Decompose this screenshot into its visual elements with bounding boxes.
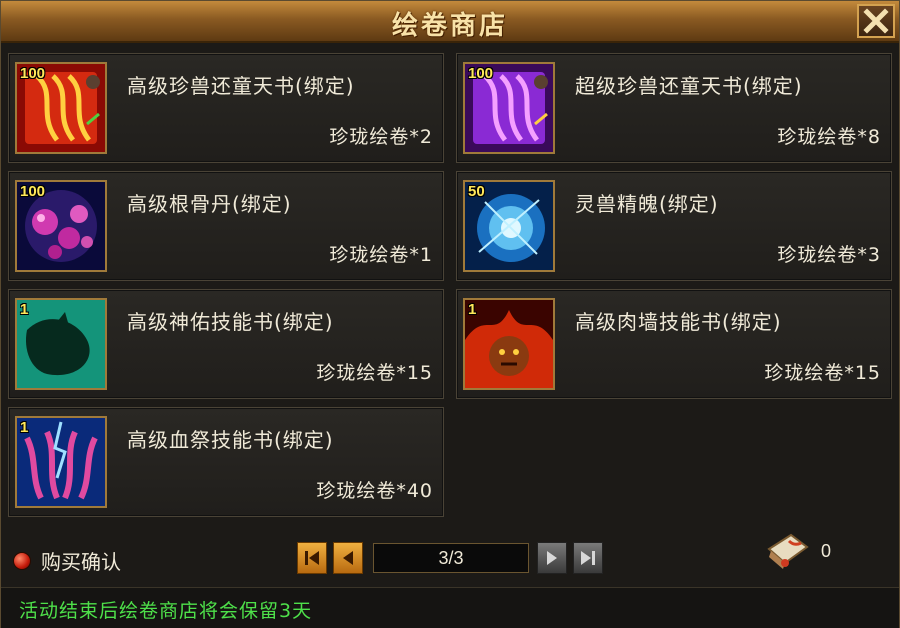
item-quantity: 100 xyxy=(468,65,494,82)
shop-item-card[interactable]: 1 高级肉墙技能书(绑定) 珍珑绘卷*15 xyxy=(456,289,892,399)
title-bar: 绘卷商店 xyxy=(1,1,899,43)
window-title: 绘卷商店 xyxy=(391,11,508,41)
green-beast-icon: 1 xyxy=(15,298,107,390)
notice-bar: 活动结束后绘卷商店将会保留3天 xyxy=(1,587,899,628)
item-price: 珍珑绘卷*3 xyxy=(777,244,881,266)
item-grid: 100 高级珍兽还童天书(绑定) 珍珑绘卷*2 100 超级珍兽还童天书(绑定)… xyxy=(8,53,894,523)
pink-orbs-icon: 100 xyxy=(15,180,107,272)
last-page-button[interactable] xyxy=(573,542,603,574)
event-notice: 活动结束后绘卷商店将会保留3天 xyxy=(19,600,313,622)
close-icon xyxy=(863,8,889,34)
item-quantity: 50 xyxy=(468,183,485,200)
shop-item-card[interactable]: 1 高级血祭技能书(绑定) 珍珑绘卷*40 xyxy=(8,407,444,517)
purchase-confirm-label: 购买确认 xyxy=(41,550,121,574)
prev-page-button[interactable] xyxy=(333,542,363,574)
item-name: 高级肉墙技能书(绑定) xyxy=(575,310,782,334)
lightning-claws-icon: 1 xyxy=(15,416,107,508)
purchase-confirm-toggle[interactable]: 购买确认 xyxy=(13,546,121,575)
item-quantity: 100 xyxy=(20,183,46,200)
blue-spirit-icon: 50 xyxy=(463,180,555,272)
next-page-button[interactable] xyxy=(537,542,567,574)
close-button[interactable] xyxy=(857,4,895,38)
item-quantity: 1 xyxy=(468,301,477,318)
first-page-button[interactable] xyxy=(297,542,327,574)
item-name: 高级血祭技能书(绑定) xyxy=(127,428,334,452)
item-price: 珍珑绘卷*2 xyxy=(329,126,433,148)
item-quantity: 1 xyxy=(20,301,29,318)
shop-item-card[interactable]: 100 超级珍兽还童天书(绑定) 珍珑绘卷*8 xyxy=(456,53,892,163)
item-price: 珍珑绘卷*40 xyxy=(316,480,433,502)
scroll-currency-icon xyxy=(763,529,813,579)
shop-item-card[interactable]: 100 高级根骨丹(绑定) 珍珑绘卷*1 xyxy=(8,171,444,281)
purple-scroll-icon: 100 xyxy=(463,62,555,154)
flame-monster-icon: 1 xyxy=(463,298,555,390)
item-name: 高级根骨丹(绑定) xyxy=(127,192,292,216)
item-price: 珍珑绘卷*1 xyxy=(329,244,433,266)
prev-page-icon xyxy=(343,551,353,565)
shop-item-card[interactable]: 100 高级珍兽还童天书(绑定) 珍珑绘卷*2 xyxy=(8,53,444,163)
radio-dot-icon[interactable] xyxy=(13,551,31,570)
item-price: 珍珑绘卷*8 xyxy=(777,126,881,148)
item-price: 珍珑绘卷*15 xyxy=(316,362,433,384)
item-name: 超级珍兽还童天书(绑定) xyxy=(575,74,803,98)
shop-item-card[interactable]: 1 高级神佑技能书(绑定) 珍珑绘卷*15 xyxy=(8,289,444,399)
item-name: 高级珍兽还童天书(绑定) xyxy=(127,74,355,98)
red-scroll-icon: 100 xyxy=(15,62,107,154)
shop-window: 绘卷商店 100 高级珍兽还童天书(绑定) 珍珑绘卷*2 100 超级珍兽还童天… xyxy=(0,0,900,628)
first-page-icon xyxy=(305,551,319,565)
item-quantity: 100 xyxy=(20,65,46,82)
item-quantity: 1 xyxy=(20,419,29,436)
currency-count: 0 xyxy=(821,541,832,561)
item-name: 高级神佑技能书(绑定) xyxy=(127,310,334,334)
item-price: 珍珑绘卷*15 xyxy=(764,362,881,384)
item-name: 灵兽精魄(绑定) xyxy=(575,192,719,216)
next-page-icon xyxy=(547,551,557,565)
page-indicator: 3/3 xyxy=(373,543,529,573)
last-page-icon xyxy=(581,551,595,565)
shop-item-card[interactable]: 50 灵兽精魄(绑定) 珍珑绘卷*3 xyxy=(456,171,892,281)
